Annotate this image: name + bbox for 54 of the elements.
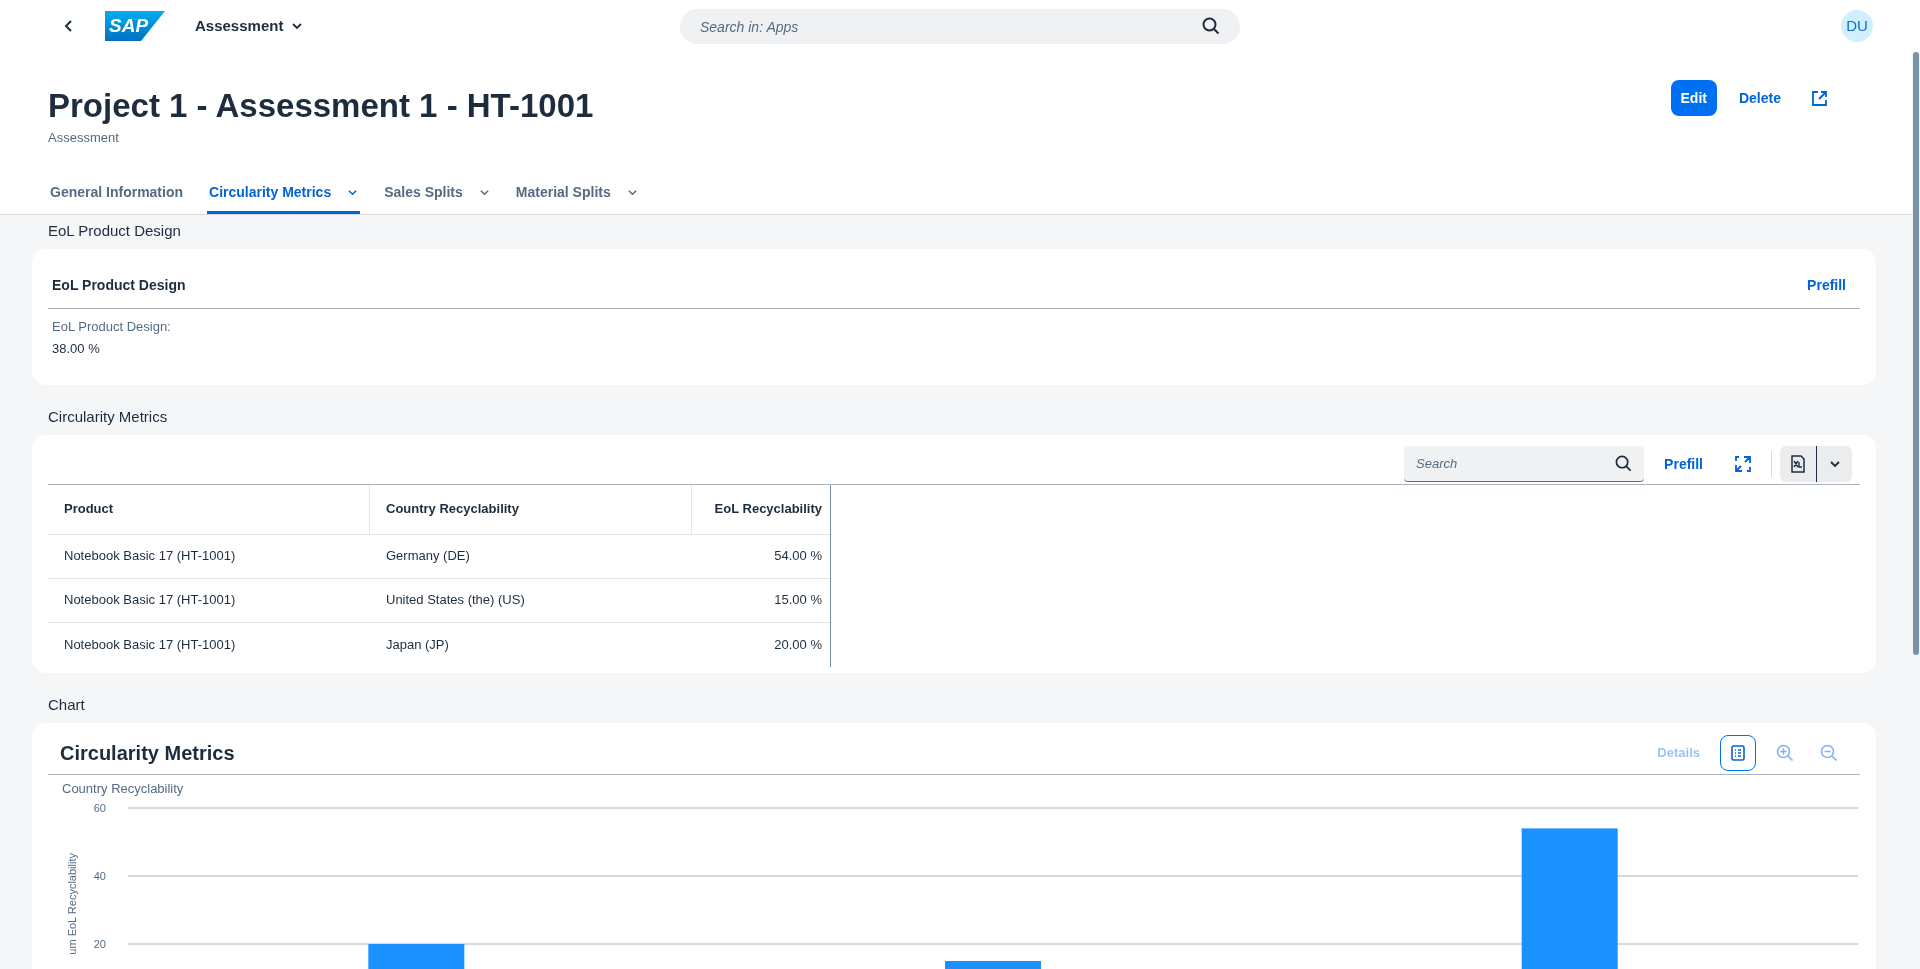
chart-title: Circularity Metrics [60, 741, 235, 766]
field-label: EoL Product Design: [51, 317, 172, 336]
axis-title: um EoL Recyclability [66, 853, 78, 955]
chevron-down-icon [291, 20, 304, 32]
table-cell-text: Notebook Basic 17 (HT-1001) [63, 591, 237, 610]
table-cell-text: 15.00 % [773, 591, 823, 610]
search-field[interactable]: Search [1404, 446, 1645, 482]
section-title: Circularity Metrics [47, 407, 169, 428]
page-title: Project 1 - Assessment 1 - HT-1001 [48, 86, 594, 126]
tab[interactable]: Sales Splits [382, 173, 492, 214]
table-cell-text: Germany (DE) [385, 547, 471, 566]
prefill-button[interactable]: Prefill [1662, 453, 1705, 475]
export-button[interactable] [1780, 446, 1816, 482]
fullscreen-button[interactable] [1735, 456, 1751, 472]
table-cell-text: Japan (JP) [385, 635, 450, 654]
section-title: Chart [47, 695, 86, 716]
page-subtitle: Assessment [48, 129, 120, 147]
table-cell-text: Notebook Basic 17 (HT-1001) [63, 547, 237, 566]
search-icon[interactable] [1202, 17, 1220, 35]
prefill-button[interactable]: Prefill [1797, 274, 1856, 296]
axis-tick-label: 20 [93, 938, 106, 950]
share-icon [1811, 89, 1828, 107]
table-cell-text: Notebook Basic 17 (HT-1001) [63, 635, 237, 654]
zoom-in-icon [1776, 744, 1794, 762]
table-view-button[interactable] [1720, 735, 1756, 771]
chevron-down-icon [1828, 458, 1841, 470]
search-icon[interactable] [1615, 455, 1633, 472]
search-field[interactable]: Search in: Apps [680, 9, 1240, 44]
tab[interactable]: Material Splits [513, 173, 640, 214]
list-icon [1730, 745, 1746, 761]
scrollbar-thumb[interactable] [1913, 52, 1919, 655]
export-menu-button[interactable] [1816, 446, 1852, 482]
user-avatar[interactable]: DU [1841, 10, 1873, 42]
legend-label: Country Recyclability [61, 779, 185, 798]
expand-icon [1735, 456, 1751, 472]
delete-button[interactable]: Delete [1734, 80, 1785, 116]
table-cell-text: 54.00 % [773, 547, 823, 566]
zoom-out-icon [1820, 744, 1838, 762]
column-header[interactable]: Product [48, 484, 370, 534]
axis-tick-label: 40 [93, 870, 106, 882]
section-title: EoL Product Design [47, 221, 182, 242]
tab[interactable]: General Information [48, 173, 186, 214]
tab[interactable]: Circularity Metrics [207, 173, 361, 214]
app-title-menu[interactable]: Assessment [195, 14, 304, 38]
sap-logo: SAP [105, 11, 165, 41]
field-value: 38.00 % [51, 340, 101, 358]
card-title: EoL Product Design [52, 275, 186, 295]
axis-tick-label: 60 [93, 802, 106, 814]
table-cell-text: United States (the) (US) [385, 591, 526, 610]
spreadsheet-icon [1789, 455, 1807, 473]
column-header[interactable]: EoL Recyclability [692, 484, 830, 534]
edit-button[interactable]: Edit [1670, 80, 1717, 116]
column-header[interactable]: Country Recyclability [370, 484, 692, 534]
table-cell-text: 20.00 % [773, 635, 823, 654]
